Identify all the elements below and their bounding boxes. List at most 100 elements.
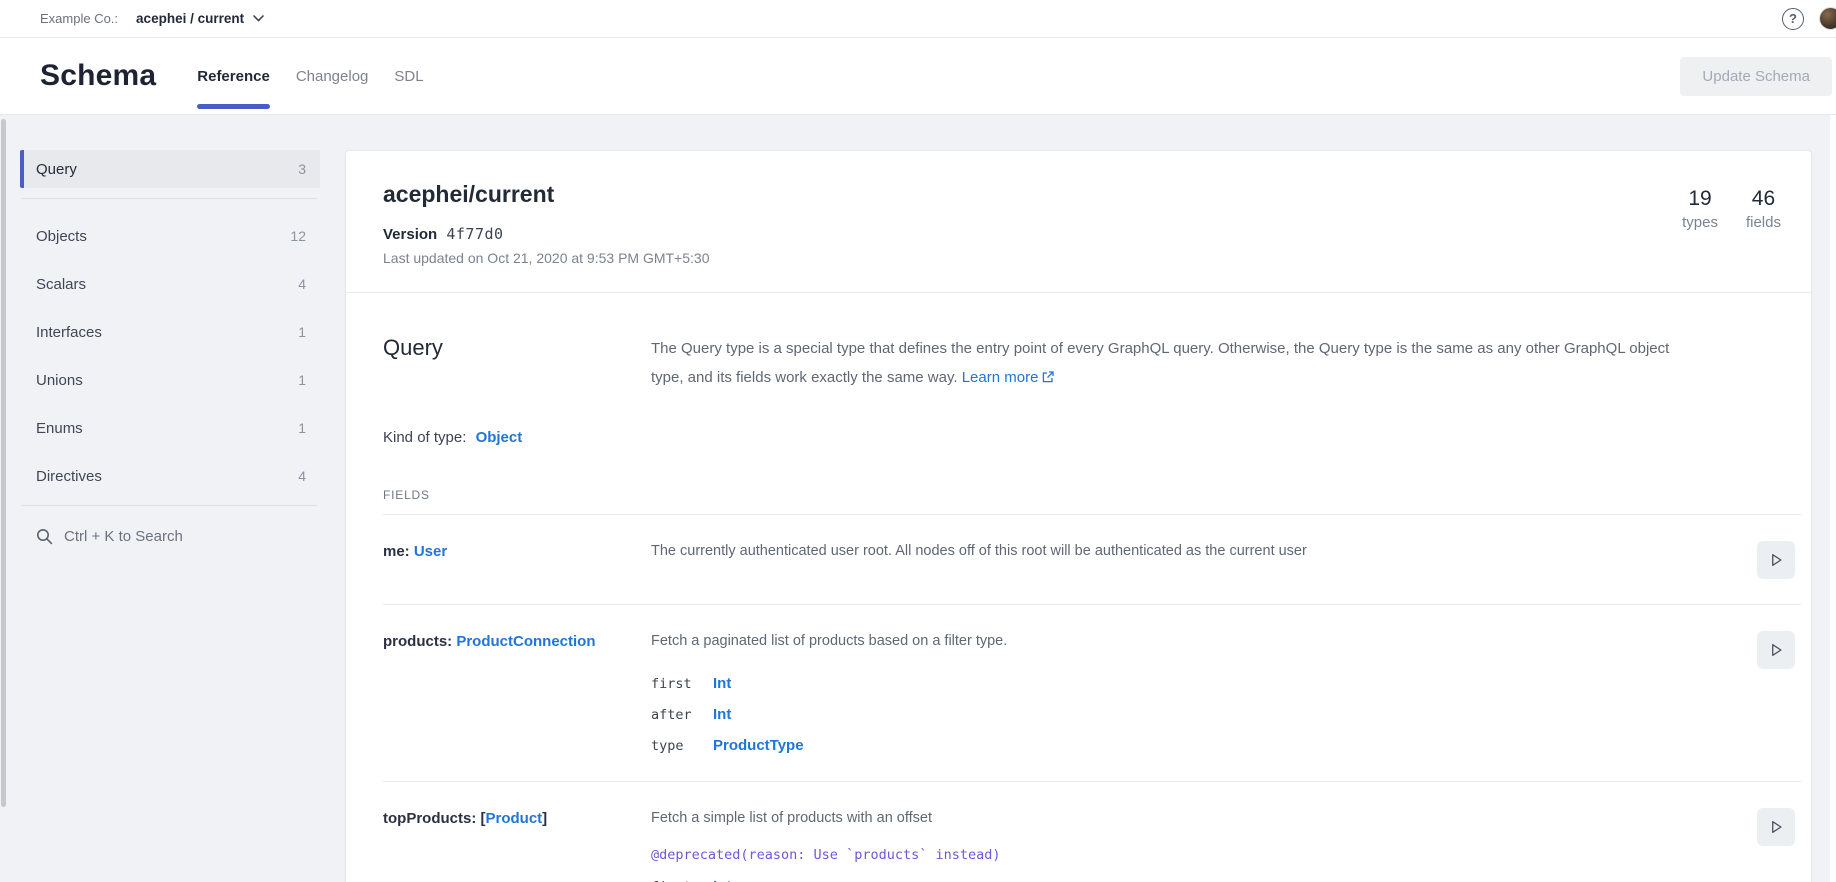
sidebar: Query 3 Objects 12 Scalars 4 Interfaces … (20, 150, 320, 545)
topbar: Example Co.: acephei / current ? (0, 0, 1836, 38)
field-name: topProducts: [Product] (383, 808, 651, 882)
update-schema-button[interactable]: Update Schema (1680, 57, 1832, 96)
sidebar-item-label: Scalars (36, 276, 86, 293)
help-glyph: ? (1789, 11, 1797, 26)
arg-row: first Int (651, 675, 1741, 692)
section-name: Query (383, 335, 651, 393)
sidebar-item-interfaces[interactable]: Interfaces 1 (20, 313, 320, 351)
card-header: acephei/current Version 4f77d0 Last upda… (346, 151, 1811, 292)
graph-selector[interactable]: acephei / current (136, 11, 264, 26)
page-scrollbar[interactable] (1830, 115, 1836, 882)
schema-card: acephei/current Version 4f77d0 Last upda… (345, 150, 1812, 882)
field-args: first Int after Int type ProductType (651, 675, 1741, 754)
play-icon (1767, 818, 1785, 836)
graph-title: acephei/current (383, 181, 1787, 208)
arg-type-link[interactable]: Int (713, 878, 731, 882)
sidebar-item-query[interactable]: Query 3 (20, 150, 320, 188)
section-description: The Query type is a special type that de… (651, 335, 1741, 393)
query-section: Query The Query type is a special type t… (346, 293, 1811, 882)
sidebar-item-count: 1 (298, 420, 306, 436)
sidebar-item-label: Objects (36, 228, 87, 245)
help-icon[interactable]: ? (1782, 8, 1804, 30)
section-description-text: The Query type is a special type that de… (651, 340, 1669, 386)
field-name-text: products: (383, 633, 456, 650)
sidebar-item-enums[interactable]: Enums 1 (20, 409, 320, 447)
arg-type-link[interactable]: Int (713, 675, 731, 692)
play-icon (1767, 551, 1785, 569)
field-args: first Int (651, 878, 1741, 882)
arg-name: after (651, 707, 713, 723)
field-type-link[interactable]: Product (486, 810, 543, 827)
sidebar-scrollbar-thumb[interactable] (1, 119, 6, 807)
field-description: Fetch a paginated list of products based… (651, 631, 1741, 653)
last-updated: Last updated on Oct 21, 2020 at 9:53 PM … (383, 250, 1787, 266)
stat-label: fields (1746, 214, 1781, 231)
arg-row: first Int (651, 878, 1741, 882)
arg-type-link[interactable]: Int (713, 706, 731, 723)
field-name: me: User (383, 541, 651, 579)
stat-label: types (1682, 214, 1718, 231)
learn-more-link[interactable]: Learn more (962, 369, 1055, 386)
tabs: Reference Changelog SDL (184, 38, 436, 114)
chevron-down-icon (253, 15, 264, 22)
field-name: products: ProductConnection (383, 631, 651, 756)
field-name-text: me: (383, 543, 414, 560)
topbar-right: ? (1782, 7, 1836, 30)
sidebar-divider (22, 505, 318, 506)
field-row-me: me: User The currently authenticated use… (383, 515, 1801, 605)
search-hint: Ctrl + K to Search (64, 528, 183, 545)
run-query-button[interactable] (1757, 808, 1795, 846)
field-details: Fetch a simple list of products with an … (651, 808, 1741, 882)
sidebar-item-scalars[interactable]: Scalars 4 (20, 265, 320, 303)
arg-row: after Int (651, 706, 1741, 723)
field-row-products: products: ProductConnection Fetch a pagi… (383, 605, 1801, 782)
section-header-row: Query The Query type is a special type t… (383, 335, 1801, 393)
sidebar-item-label: Interfaces (36, 324, 102, 341)
version-value: 4f77d0 (446, 225, 503, 243)
sidebar-item-unions[interactable]: Unions 1 (20, 361, 320, 399)
graph-selector-label: acephei / current (136, 11, 244, 26)
stat-value: 19 (1688, 187, 1711, 211)
sidebar-item-count: 4 (298, 468, 306, 484)
version-label: Version (383, 226, 437, 243)
kind-value-link[interactable]: Object (476, 429, 523, 446)
field-type-link[interactable]: User (414, 543, 447, 560)
run-query-button[interactable] (1757, 541, 1795, 579)
sidebar-item-label: Query (36, 161, 77, 178)
field-row-topproducts: topProducts: [Product] Fetch a simple li… (383, 782, 1801, 882)
schema-search[interactable]: Ctrl + K to Search (20, 528, 320, 545)
sidebar-item-count: 3 (298, 161, 306, 177)
user-avatar[interactable] (1819, 7, 1836, 30)
kind-of-type-line: Kind of type: Object (383, 429, 1801, 446)
sidebar-item-label: Enums (36, 420, 83, 437)
stat-fields: 46 fields (1746, 187, 1781, 231)
field-details: Fetch a paginated list of products based… (651, 631, 1741, 756)
schema-stats: 19 types 46 fields (1682, 187, 1781, 231)
arg-name: first (651, 879, 713, 882)
kind-label: Kind of type: (383, 429, 466, 446)
arg-type-link[interactable]: ProductType (713, 737, 804, 754)
field-name-text: topProducts: [ (383, 810, 486, 827)
tab-changelog[interactable]: Changelog (283, 38, 382, 114)
sidebar-item-label: Directives (36, 468, 102, 485)
field-type-link[interactable]: ProductConnection (456, 633, 595, 650)
tab-sdl[interactable]: SDL (381, 38, 436, 114)
field-description: The currently authenticated user root. A… (651, 541, 1741, 579)
arg-name: type (651, 738, 713, 754)
play-icon (1767, 641, 1785, 659)
spacer (1741, 335, 1801, 393)
stat-types: 19 types (1682, 187, 1718, 231)
sidebar-item-directives[interactable]: Directives 4 (20, 457, 320, 495)
tab-reference[interactable]: Reference (184, 38, 283, 114)
run-query-button[interactable] (1757, 631, 1795, 669)
deprecated-annotation: @deprecated(reason: Use `products` inste… (651, 847, 1741, 863)
arg-row: type ProductType (651, 737, 1741, 754)
page-title: Schema (40, 59, 156, 93)
sidebar-item-objects[interactable]: Objects 12 (20, 217, 320, 255)
arg-name: first (651, 676, 713, 692)
sidebar-item-count: 4 (298, 276, 306, 292)
external-link-icon (1042, 365, 1054, 394)
field-description: Fetch a simple list of products with an … (651, 808, 1741, 830)
page-header: Schema Reference Changelog SDL Update Sc… (0, 38, 1836, 115)
sidebar-item-count: 1 (298, 372, 306, 388)
